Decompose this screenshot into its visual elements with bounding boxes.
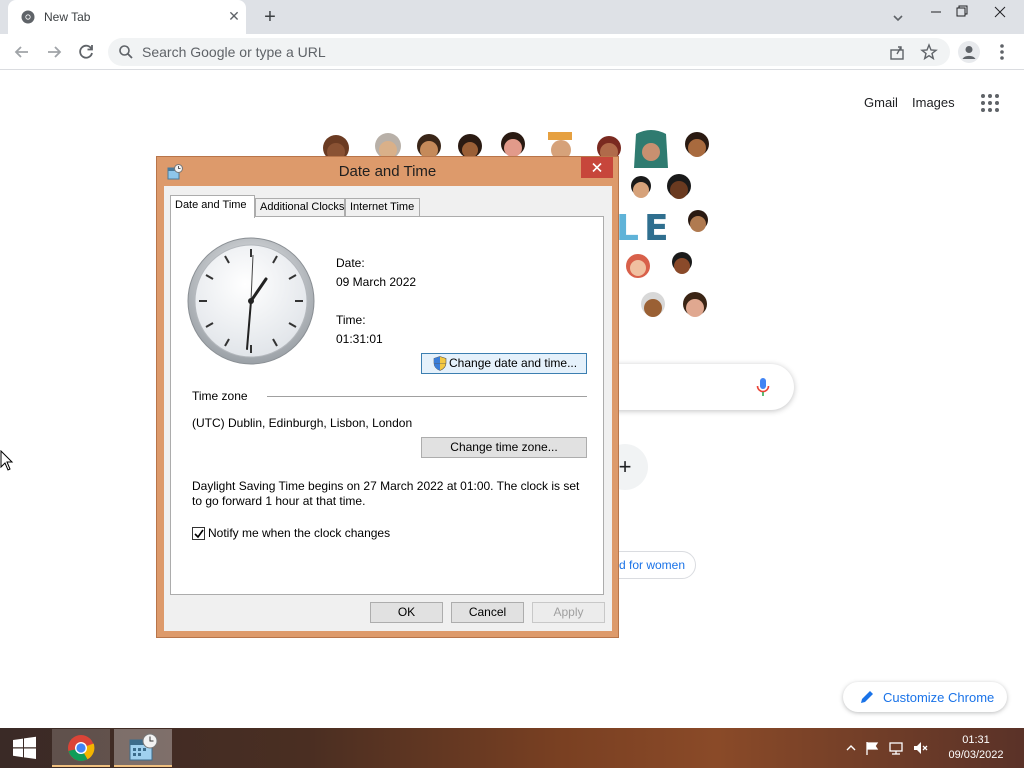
window-close-icon[interactable] — [980, 0, 1020, 24]
dialog-close-button[interactable] — [581, 157, 613, 178]
chrome-menu-icon[interactable] — [992, 40, 1012, 64]
tab-strip: New Tab ✕ + — [0, 0, 1024, 34]
time-label: Time: — [336, 313, 366, 327]
date-time-panel: Date: 09 March 2022 Time: 01:31:01 Chang… — [170, 216, 604, 595]
customize-label: Customize Chrome — [883, 690, 995, 705]
chip-label: d for women — [619, 558, 686, 572]
timezone-divider — [267, 396, 587, 397]
date-time-dialog: Date and Time Date and Time Additional C… — [156, 156, 619, 638]
browser-toolbar — [0, 34, 1024, 70]
google-apps-icon[interactable] — [980, 93, 1000, 113]
taskbar-clock[interactable]: 01:31 09/03/2022 — [940, 733, 1012, 763]
mouse-cursor-icon — [0, 450, 14, 471]
reload-icon[interactable] — [74, 40, 98, 64]
change-timezone-button[interactable]: Change time zone... — [421, 437, 587, 458]
omnibox[interactable] — [108, 38, 950, 66]
back-icon[interactable] — [10, 40, 34, 64]
chrome-icon — [21, 10, 35, 24]
svg-text:L: L — [616, 208, 639, 249]
new-tab-button[interactable]: + — [258, 6, 282, 28]
checkmark-icon — [194, 529, 204, 539]
gmail-link[interactable]: Gmail — [864, 95, 898, 110]
cancel-button[interactable]: Cancel — [451, 602, 524, 623]
restore-icon[interactable] — [945, 0, 979, 24]
taskbar: 01:31 09/03/2022 — [0, 728, 1024, 768]
taskbar-chrome[interactable] — [52, 729, 110, 767]
windows-start-icon[interactable] — [0, 728, 48, 768]
notify-checkbox-label[interactable]: Notify me when the clock changes — [208, 526, 390, 540]
doodle-letters: L E — [616, 208, 669, 249]
dialog-body: Date and Time Additional Clocks Internet… — [164, 186, 612, 631]
tab-close-icon[interactable]: ✕ — [226, 8, 242, 24]
apply-button[interactable]: Apply — [532, 602, 605, 623]
customize-chrome-button[interactable]: Customize Chrome — [843, 682, 1007, 712]
tab-new-tab[interactable]: New Tab ✕ — [8, 0, 246, 34]
uac-shield-icon — [433, 356, 447, 371]
timezone-heading: Time zone — [192, 389, 248, 403]
time-value: 01:31:01 — [336, 332, 383, 346]
pencil-icon — [861, 691, 873, 703]
address-input[interactable] — [142, 42, 842, 62]
share-icon[interactable] — [888, 43, 906, 61]
notify-checkbox[interactable] — [192, 527, 205, 540]
timezone-value: (UTC) Dublin, Edinburgh, Lisbon, London — [192, 416, 413, 430]
taskbar-date: 09/03/2022 — [948, 749, 1004, 761]
network-icon[interactable] — [888, 740, 904, 756]
taskbar-date-time[interactable] — [114, 729, 172, 767]
dst-info-text: Daylight Saving Time begins on 27 March … — [192, 479, 580, 508]
bookmark-star-icon[interactable] — [920, 43, 938, 61]
change-date-time-label: Change date and time... — [449, 356, 578, 370]
analog-clock — [187, 237, 315, 365]
taskbar-time: 01:31 — [962, 734, 990, 746]
date-value: 09 March 2022 — [336, 275, 417, 289]
close-icon — [592, 163, 602, 172]
volume-muted-icon[interactable] — [912, 740, 928, 756]
date-label: Date: — [336, 256, 365, 270]
voice-search-icon[interactable] — [756, 377, 770, 397]
tab-internet-time[interactable]: Internet Time — [345, 198, 420, 217]
search-icon — [119, 45, 133, 59]
change-date-time-button[interactable]: Change date and time... — [421, 353, 587, 374]
svg-text:E: E — [644, 208, 669, 249]
action-center-flag-icon[interactable] — [864, 740, 880, 756]
ok-button[interactable]: OK — [370, 602, 443, 623]
chrome-icon — [68, 735, 95, 761]
tab-search-icon[interactable] — [888, 8, 908, 28]
forward-icon[interactable] — [42, 40, 66, 64]
tab-title: New Tab — [44, 10, 91, 24]
show-hidden-icons-icon[interactable] — [843, 740, 859, 756]
tab-date-and-time[interactable]: Date and Time — [170, 195, 255, 218]
date-time-app-icon — [129, 733, 158, 761]
profile-avatar-icon[interactable] — [958, 41, 980, 63]
images-link[interactable]: Images — [912, 95, 955, 110]
dialog-title: Date and Time — [338, 163, 437, 180]
tab-additional-clocks[interactable]: Additional Clocks — [255, 198, 345, 217]
